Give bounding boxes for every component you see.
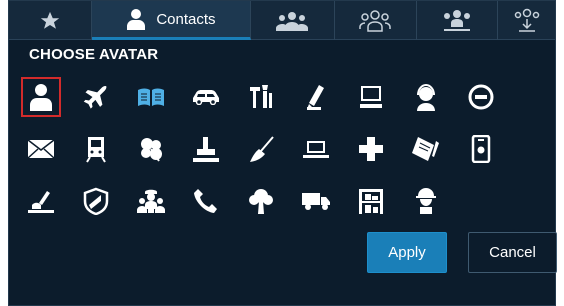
avatar-computer[interactable] xyxy=(351,77,391,117)
choose-avatar-heading: CHOOSE AVATAR xyxy=(29,46,159,63)
broom-icon xyxy=(250,136,274,162)
avatar-headset[interactable] xyxy=(406,77,446,117)
avatar-shield[interactable] xyxy=(76,181,116,221)
avatar-clover[interactable] xyxy=(131,129,171,169)
tab-groups-chart[interactable] xyxy=(417,1,499,40)
train-icon xyxy=(86,137,106,163)
tab-favorites[interactable] xyxy=(9,1,92,40)
avatar-car[interactable] xyxy=(186,77,226,117)
group-chart-icon xyxy=(443,9,470,31)
avatar-disc[interactable] xyxy=(461,77,501,117)
envelope-icon xyxy=(27,139,55,159)
avatar-stamp[interactable] xyxy=(186,129,226,169)
avatar-tools[interactable] xyxy=(241,77,281,117)
avatar-cross[interactable] xyxy=(351,129,391,169)
avatar-phone-device[interactable] xyxy=(461,129,501,169)
disc-icon xyxy=(468,84,494,110)
avatar-pencil-ruler[interactable] xyxy=(296,77,336,117)
stamp-icon xyxy=(193,137,219,162)
worker-group-icon xyxy=(137,189,165,213)
apply-button[interactable]: Apply xyxy=(367,232,447,273)
car-icon xyxy=(193,90,219,105)
laptop-icon xyxy=(303,141,329,158)
tab-groups-outline[interactable] xyxy=(335,1,417,40)
airplane-icon xyxy=(83,85,107,109)
avatar-truck[interactable] xyxy=(296,181,336,221)
tab-contacts[interactable]: Contacts xyxy=(91,1,252,40)
gavel-icon xyxy=(28,191,54,213)
book-icon xyxy=(138,88,164,106)
avatar-person[interactable] xyxy=(21,77,61,117)
phone-device-icon xyxy=(471,135,491,163)
notebook-icon xyxy=(412,137,439,161)
computer-icon xyxy=(360,86,382,108)
avatar-notebook[interactable] xyxy=(406,129,446,169)
avatar-tree[interactable] xyxy=(241,181,281,221)
tree-icon xyxy=(249,189,273,214)
tab-groups[interactable] xyxy=(251,1,335,40)
truck-icon xyxy=(302,193,330,210)
avatar-worker-group[interactable] xyxy=(131,181,171,221)
cross-icon xyxy=(359,137,383,161)
shield-icon xyxy=(83,187,109,215)
group-outline-icon xyxy=(359,9,391,32)
group-icon xyxy=(276,11,309,31)
pencil-ruler-icon xyxy=(307,85,324,110)
group-download-icon xyxy=(514,8,539,32)
telephone-icon xyxy=(194,189,217,213)
avatar-book[interactable] xyxy=(131,77,171,117)
avatar-broom[interactable] xyxy=(241,129,281,169)
hard-hat-worker-icon xyxy=(416,188,436,214)
avatar-train[interactable] xyxy=(76,129,116,169)
avatar-hard-hat-worker[interactable] xyxy=(406,181,446,221)
avatar-dialog: Contacts CHOOSE AVATAR Apply Cancel xyxy=(8,0,557,306)
tab-bar: Contacts xyxy=(9,1,555,40)
person-icon xyxy=(127,9,146,30)
tools-icon xyxy=(250,85,272,108)
avatar-laptop[interactable] xyxy=(296,129,336,169)
avatar-shelves[interactable] xyxy=(351,181,391,221)
tab-groups-download[interactable] xyxy=(498,1,555,40)
headset-icon xyxy=(417,83,435,111)
shelves-icon xyxy=(359,189,383,214)
person-icon xyxy=(30,84,52,111)
cancel-button[interactable]: Cancel xyxy=(468,232,557,273)
avatar-envelope[interactable] xyxy=(21,129,61,169)
avatar-gavel[interactable] xyxy=(21,181,61,221)
avatar-airplane[interactable] xyxy=(76,77,116,117)
tab-contacts-label: Contacts xyxy=(156,10,216,28)
clover-icon xyxy=(141,138,162,162)
avatar-telephone[interactable] xyxy=(186,181,226,221)
star-icon xyxy=(40,11,60,29)
